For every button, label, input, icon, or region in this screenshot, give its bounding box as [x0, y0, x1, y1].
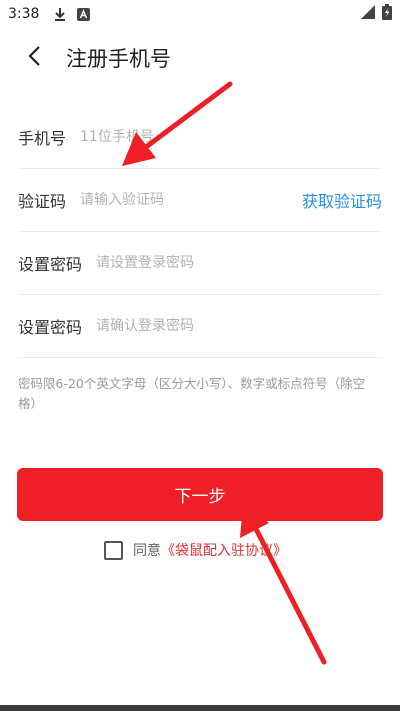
title-bar: 注册手机号	[0, 34, 400, 82]
system-nav-bar	[0, 705, 400, 711]
next-step-button[interactable]: 下一步	[17, 468, 383, 521]
download-icon	[53, 7, 67, 21]
password-row: 设置密码	[18, 232, 382, 295]
agreement-checkbox[interactable]	[104, 540, 123, 560]
code-row: 验证码 获取验证码	[18, 169, 382, 232]
code-input[interactable]	[80, 192, 302, 208]
annotation-arrow-bottom	[240, 503, 327, 665]
confirm-password-label: 设置密码	[18, 318, 83, 337]
back-button[interactable]	[16, 40, 52, 76]
code-label: 验证码	[18, 192, 67, 211]
agreement-prefix: 同意	[133, 543, 161, 559]
password-input[interactable]	[96, 255, 382, 271]
notification-a-icon	[77, 7, 91, 21]
get-code-button[interactable]: 获取验证码	[302, 188, 382, 212]
agreement-row: 同意 《袋鼠配入驻协议》	[104, 538, 287, 562]
confirm-password-input[interactable]	[96, 318, 382, 334]
status-bar: 3:38	[0, 0, 400, 28]
phone-row: 手机号	[18, 106, 382, 169]
register-form: 手机号 验证码 获取验证码 设置密码 设置密码	[18, 106, 382, 358]
password-label: 设置密码	[18, 255, 83, 274]
phone-label: 手机号	[18, 129, 67, 148]
chevron-left-icon	[27, 45, 41, 71]
signal-icon	[360, 4, 376, 24]
page-title: 注册手机号	[66, 47, 171, 71]
agreement-link[interactable]: 《袋鼠配入驻协议》	[161, 540, 287, 560]
password-hint: 密码限6-20个英文字母（区分大小写）、数字或标点符号（除空格）	[18, 376, 366, 411]
phone-input[interactable]	[80, 129, 382, 145]
battery-icon	[382, 4, 392, 24]
status-time: 3:38	[8, 6, 40, 22]
confirm-password-row: 设置密码	[18, 295, 382, 358]
